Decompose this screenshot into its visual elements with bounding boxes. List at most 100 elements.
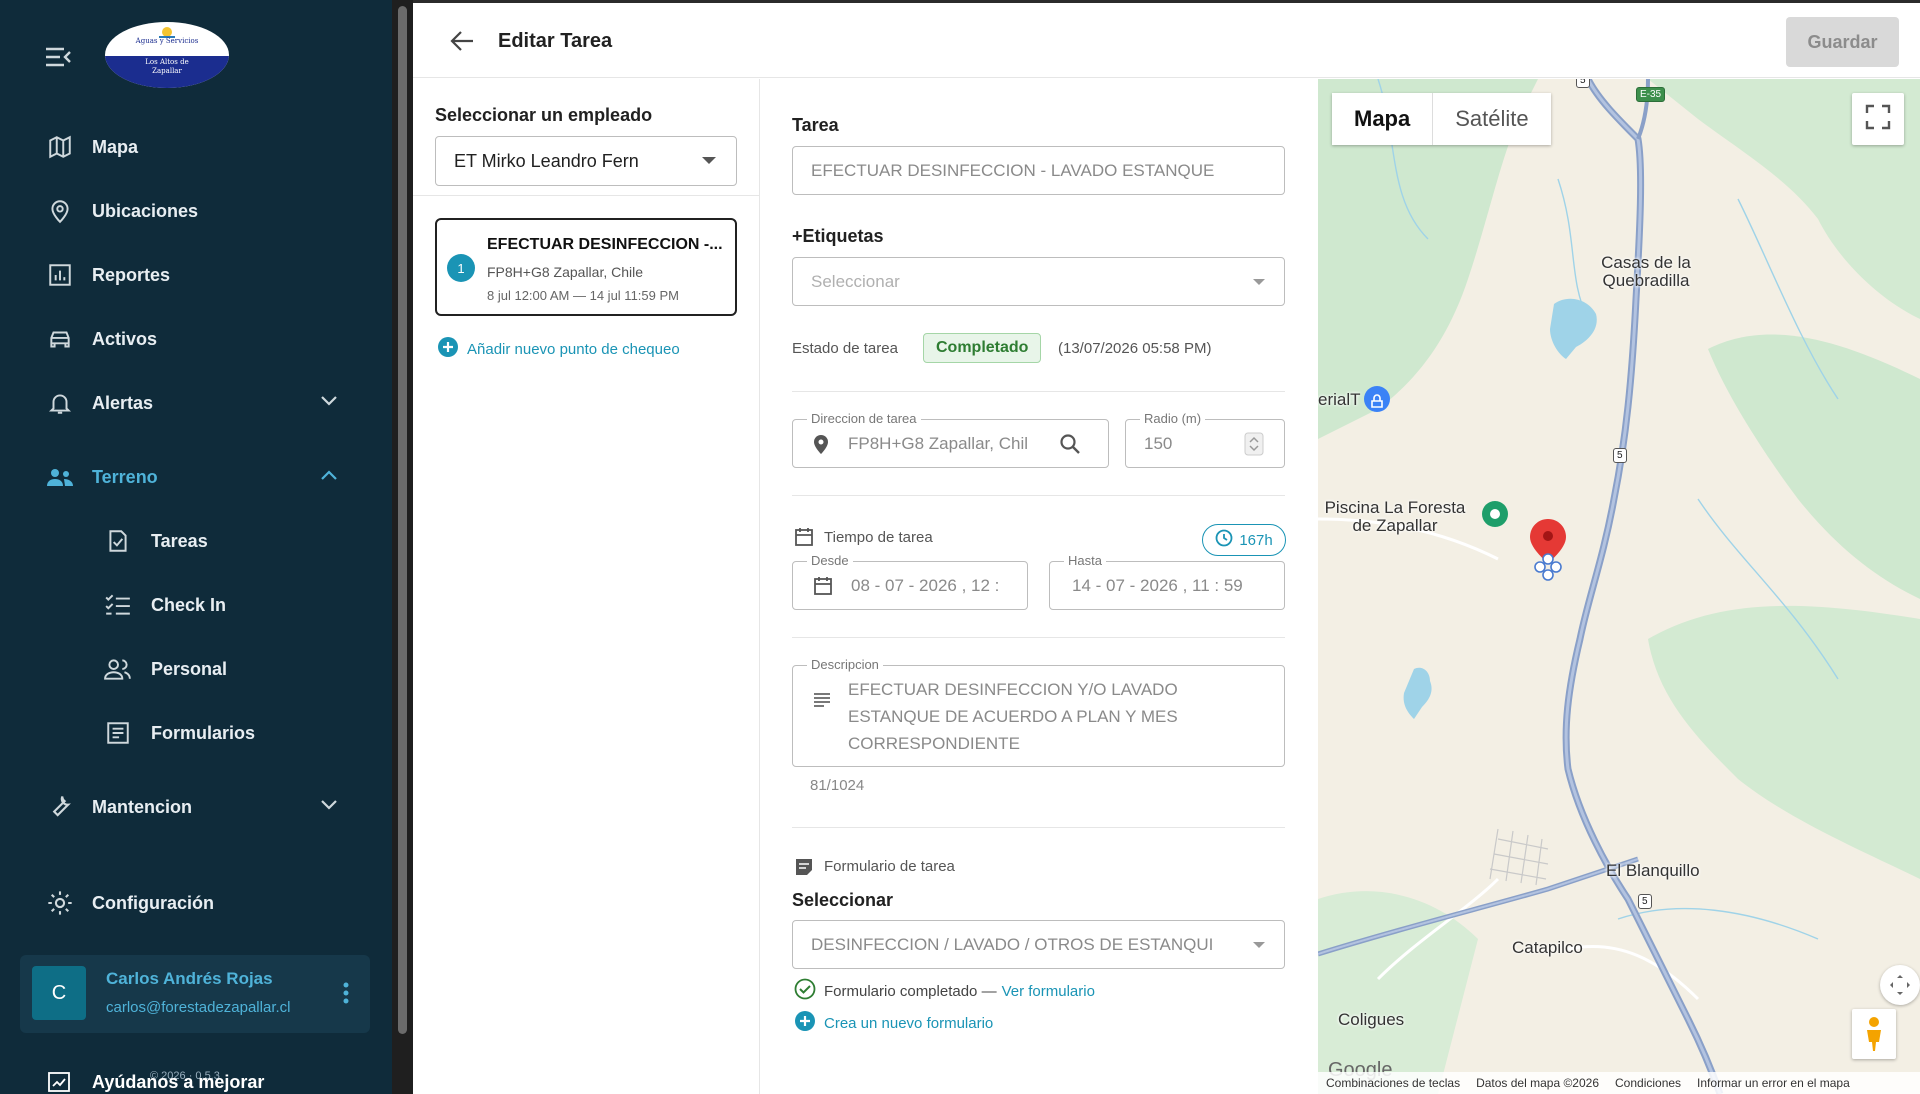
add-circle-icon: [794, 1010, 816, 1036]
sidebar-item-ubicaciones[interactable]: Ubicaciones: [0, 191, 392, 231]
sidebar-item-configuracion[interactable]: Configuración: [0, 883, 392, 923]
sidebar-item-terreno[interactable]: Terreno: [0, 457, 392, 497]
tags-label[interactable]: +Etiquetas: [792, 226, 884, 247]
add-checkpoint-button[interactable]: Añadir nuevo punto de chequeo: [437, 336, 680, 363]
avatar: C: [32, 966, 86, 1020]
status-label: Estado de tarea: [792, 340, 898, 357]
sidebar-item-mantencion[interactable]: Mantencion: [0, 787, 392, 827]
select-form-label: Seleccionar: [792, 890, 894, 910]
new-form-label: Crea un nuevo formulario: [824, 1014, 994, 1032]
form-select[interactable]: DESINFECCION / LAVADO / OTROS DE ESTANQU…: [792, 920, 1285, 969]
start-date-legend: Desde: [807, 553, 853, 568]
location-pin-icon: [813, 434, 829, 459]
report-error-link[interactable]: Informar un error en el mapa: [1697, 1076, 1850, 1090]
fullscreen-button[interactable]: [1852, 93, 1904, 145]
map-canvas[interactable]: [1318, 79, 1920, 1094]
pool-poi-icon[interactable]: [1482, 501, 1508, 527]
dropdown-arrow-icon: [1253, 279, 1265, 285]
end-date-input[interactable]: Hasta 14 - 07 - 2026 , 11 : 59: [1049, 553, 1285, 610]
view-form-link[interactable]: Ver formulario: [1002, 983, 1095, 1000]
user-card[interactable]: C Carlos Andrés Rojas carlos@forestadeza…: [20, 955, 370, 1033]
employee-select[interactable]: ET Mirko Leandro Fern: [435, 136, 737, 186]
sidebar-item-formularios[interactable]: Formularios: [0, 713, 392, 753]
ferial-poi-icon[interactable]: [1364, 386, 1390, 412]
checkpoint-card[interactable]: 1 EFECTUAR DESINFECCION -... FP8H+G8 Zap…: [435, 218, 737, 316]
sidebar-item-reportes[interactable]: Reportes: [0, 255, 392, 295]
map-view[interactable]: Mapa Satélite 5 E-35 5 5 Casas de la Que…: [1318, 79, 1920, 1094]
sidebar-item-personal[interactable]: Personal: [0, 649, 392, 689]
tab-map[interactable]: Mapa: [1332, 93, 1432, 145]
top-bar: Editar Tarea Guardar: [413, 0, 1920, 78]
bell-icon: [46, 389, 74, 417]
address-input[interactable]: Direccion de tarea FP8H+G8 Zapallar, Chi…: [792, 411, 1109, 468]
duration-value: 167h: [1239, 531, 1273, 549]
description-line: ESTANQUE DE ACUERDO A PLAN Y MES: [848, 707, 1178, 726]
form-doc-icon: [794, 857, 814, 882]
sidebar-item-label: Alertas: [92, 392, 154, 413]
start-date-input[interactable]: Desde 08 - 07 - 2026 , 12 :: [792, 553, 1028, 610]
keyboard-shortcuts-link[interactable]: Combinaciones de teclas: [1326, 1076, 1460, 1090]
back-arrow-icon[interactable]: [449, 29, 475, 58]
duration-badge: 167h: [1202, 524, 1286, 556]
sidebar-item-mapa[interactable]: Mapa: [0, 127, 392, 167]
form-completed-row: Formulario completado — Ver formulario: [794, 978, 1095, 1004]
map-footer: Combinaciones de teclas Datos del mapa ©…: [1318, 1072, 1920, 1094]
radius-input[interactable]: Radio (m) 150: [1125, 411, 1285, 468]
place-label: Piscina La Foresta de Zapallar: [1324, 498, 1466, 535]
task-name-value: EFECTUAR DESINFECCION - LAVADO ESTANQUE: [811, 161, 1215, 180]
checkpoint-dates: 8 jul 12:00 AM — 14 jul 11:59 PM: [487, 288, 679, 303]
menu-collapse-icon[interactable]: [44, 46, 72, 73]
check-circle-icon: [794, 978, 816, 1004]
place-label: Casas de la Quebradilla: [1601, 253, 1691, 290]
sidebar-item-alertas[interactable]: Alertas: [0, 383, 392, 423]
sidebar-item-check-in[interactable]: Check In: [0, 585, 392, 625]
start-date-value: 08 - 07 - 2026 , 12 :: [851, 576, 1000, 595]
checklist-icon: [104, 591, 132, 619]
form-icon: [104, 719, 132, 747]
company-logo: Aguas y Servicios Los Altos de Zapallar: [105, 22, 229, 88]
logo-text-2: Los Altos de: [145, 58, 189, 66]
chevron-down-icon: [320, 798, 338, 816]
feedback-icon: [46, 1070, 72, 1094]
calendar-icon[interactable]: [813, 576, 833, 601]
map-type-tabs: Mapa Satélite: [1332, 93, 1551, 145]
save-button[interactable]: Guardar: [1786, 17, 1899, 67]
user-email: carlos@forestadezapallar.cl: [106, 999, 291, 1016]
task-form-label: Formulario de tarea: [824, 858, 955, 875]
map-pan-control[interactable]: [1880, 965, 1920, 1005]
car-icon: [46, 325, 74, 353]
employee-panel: Seleccionar un empleado ET Mirko Leandro…: [413, 79, 760, 1094]
street-view-pegman-icon[interactable]: [1852, 1009, 1896, 1059]
chevron-up-icon: [320, 468, 338, 486]
checkpoint-number: 1: [447, 254, 475, 282]
more-vert-icon[interactable]: [342, 981, 350, 1010]
road-badge-5: 5: [1613, 448, 1627, 463]
sidebar-item-label: Formularios: [151, 722, 256, 743]
field-workers-icon: [46, 463, 74, 491]
terms-link[interactable]: Condiciones: [1615, 1076, 1681, 1090]
sidebar-item-tareas[interactable]: Tareas: [0, 521, 392, 561]
end-date-value: 14 - 07 - 2026 , 11 : 59: [1072, 576, 1243, 595]
road-badge-5: 5: [1638, 894, 1652, 909]
road-badge-5: 5: [1576, 79, 1590, 88]
radius-legend: Radio (m): [1140, 411, 1206, 426]
task-marker-icon[interactable]: [1530, 519, 1566, 581]
employee-header: Seleccionar un empleado: [435, 105, 653, 125]
sidebar-scroll-thumb[interactable]: [398, 6, 407, 1034]
stepper-icon[interactable]: [1244, 432, 1264, 461]
help-improve-link[interactable]: © 2026 · 0.5.3 Ayúdanos a mejorar: [0, 1066, 392, 1094]
task-check-icon: [104, 527, 132, 555]
place-label: El Blanquillo: [1606, 861, 1700, 880]
sidebar-item-label: Mantencion: [92, 796, 193, 817]
new-form-button[interactable]: Crea un nuevo formulario: [794, 1010, 993, 1036]
tab-satellite[interactable]: Satélite: [1432, 93, 1550, 145]
user-name: Carlos Andrés Rojas: [106, 969, 273, 988]
logo-text-3: Zapallar: [152, 67, 182, 75]
sidebar-item-activos[interactable]: Activos: [0, 319, 392, 359]
gear-icon: [46, 889, 74, 917]
tags-select[interactable]: Seleccionar: [792, 257, 1285, 306]
search-icon[interactable]: [1059, 433, 1081, 460]
task-name-input[interactable]: EFECTUAR DESINFECCION - LAVADO ESTANQUE: [792, 146, 1285, 195]
description-textarea[interactable]: Descripcion EFECTUAR DESINFECCION Y/O LA…: [792, 657, 1285, 767]
radius-value: 150: [1144, 434, 1173, 453]
